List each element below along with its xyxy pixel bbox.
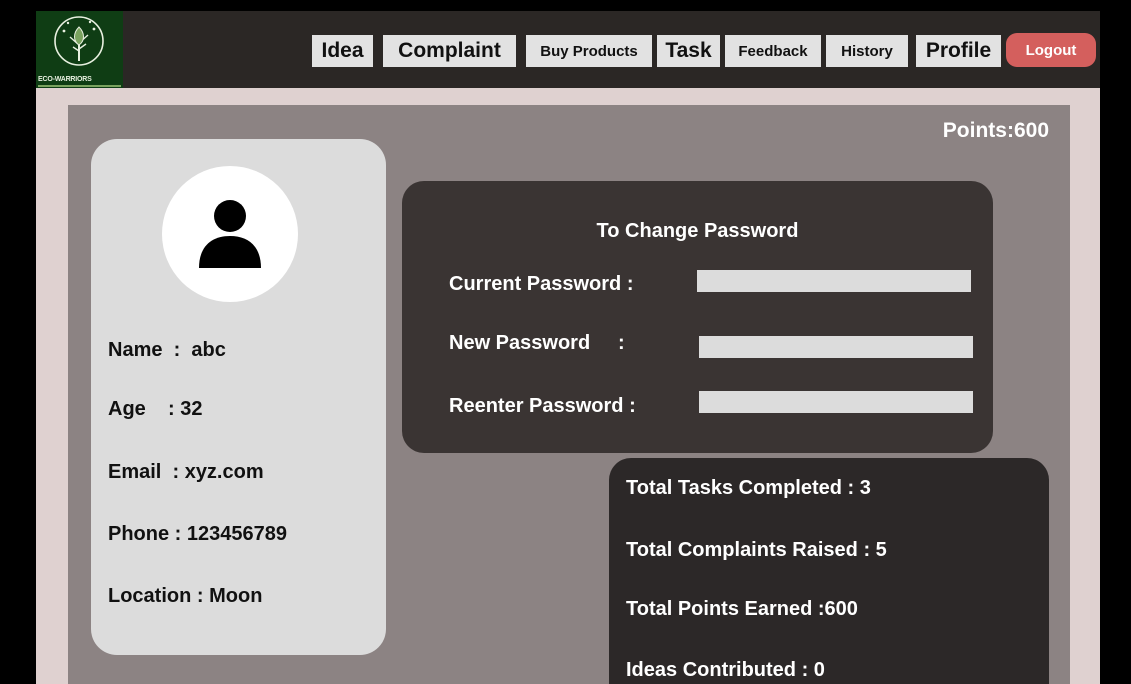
- nav-task[interactable]: Task: [657, 35, 720, 67]
- current-password-input[interactable]: [697, 270, 971, 292]
- new-password-input[interactable]: [699, 336, 973, 358]
- profile-email: Email : xyz.com: [108, 461, 264, 483]
- eco-warriors-logo[interactable]: ECO-WARRIORS: [36, 11, 123, 88]
- profile-phone: Phone : 123456789: [108, 523, 287, 545]
- nav-feedback[interactable]: Feedback: [725, 35, 821, 67]
- tree-icon: [54, 16, 104, 66]
- change-password-title: To Change Password: [596, 220, 799, 242]
- new-password-label: New Password :: [449, 332, 625, 354]
- stat-points-earned: Total Points Earned :600: [626, 598, 858, 620]
- logo-text: ECO-WARRIORS: [38, 76, 92, 83]
- stats-card: Total Tasks Completed : 3 Total Complain…: [609, 458, 1049, 684]
- profile-age: Age : 32: [108, 398, 203, 420]
- nav-profile[interactable]: Profile: [916, 35, 1001, 67]
- nav-complaint[interactable]: Complaint: [383, 35, 516, 67]
- top-navigation-bar: ECO-WARRIORS Idea Complaint Buy Products…: [36, 11, 1100, 88]
- reenter-password-label: Reenter Password :: [449, 395, 636, 417]
- current-password-label: Current Password :: [449, 273, 634, 295]
- profile-card: Name : abc Age : 32 Email : xyz.com Phon…: [91, 139, 386, 655]
- profile-name: Name : abc: [108, 339, 226, 361]
- stat-tasks-completed: Total Tasks Completed : 3: [626, 477, 871, 499]
- reenter-password-input[interactable]: [699, 391, 973, 413]
- points-display: Points:600: [942, 119, 1049, 142]
- stat-complaints-raised: Total Complaints Raised : 5: [626, 539, 887, 561]
- nav-idea[interactable]: Idea: [312, 35, 373, 67]
- logo-underline: [38, 85, 121, 87]
- user-icon: [199, 200, 261, 268]
- nav-history[interactable]: History: [826, 35, 908, 67]
- nav-buy-products[interactable]: Buy Products: [526, 35, 652, 67]
- logout-button[interactable]: Logout: [1006, 33, 1096, 67]
- stat-ideas-contributed: Ideas Contributed : 0: [626, 659, 825, 681]
- avatar: [162, 166, 298, 302]
- change-password-card: To Change Password Current Password : Ne…: [402, 181, 993, 453]
- profile-location: Location : Moon: [108, 585, 263, 607]
